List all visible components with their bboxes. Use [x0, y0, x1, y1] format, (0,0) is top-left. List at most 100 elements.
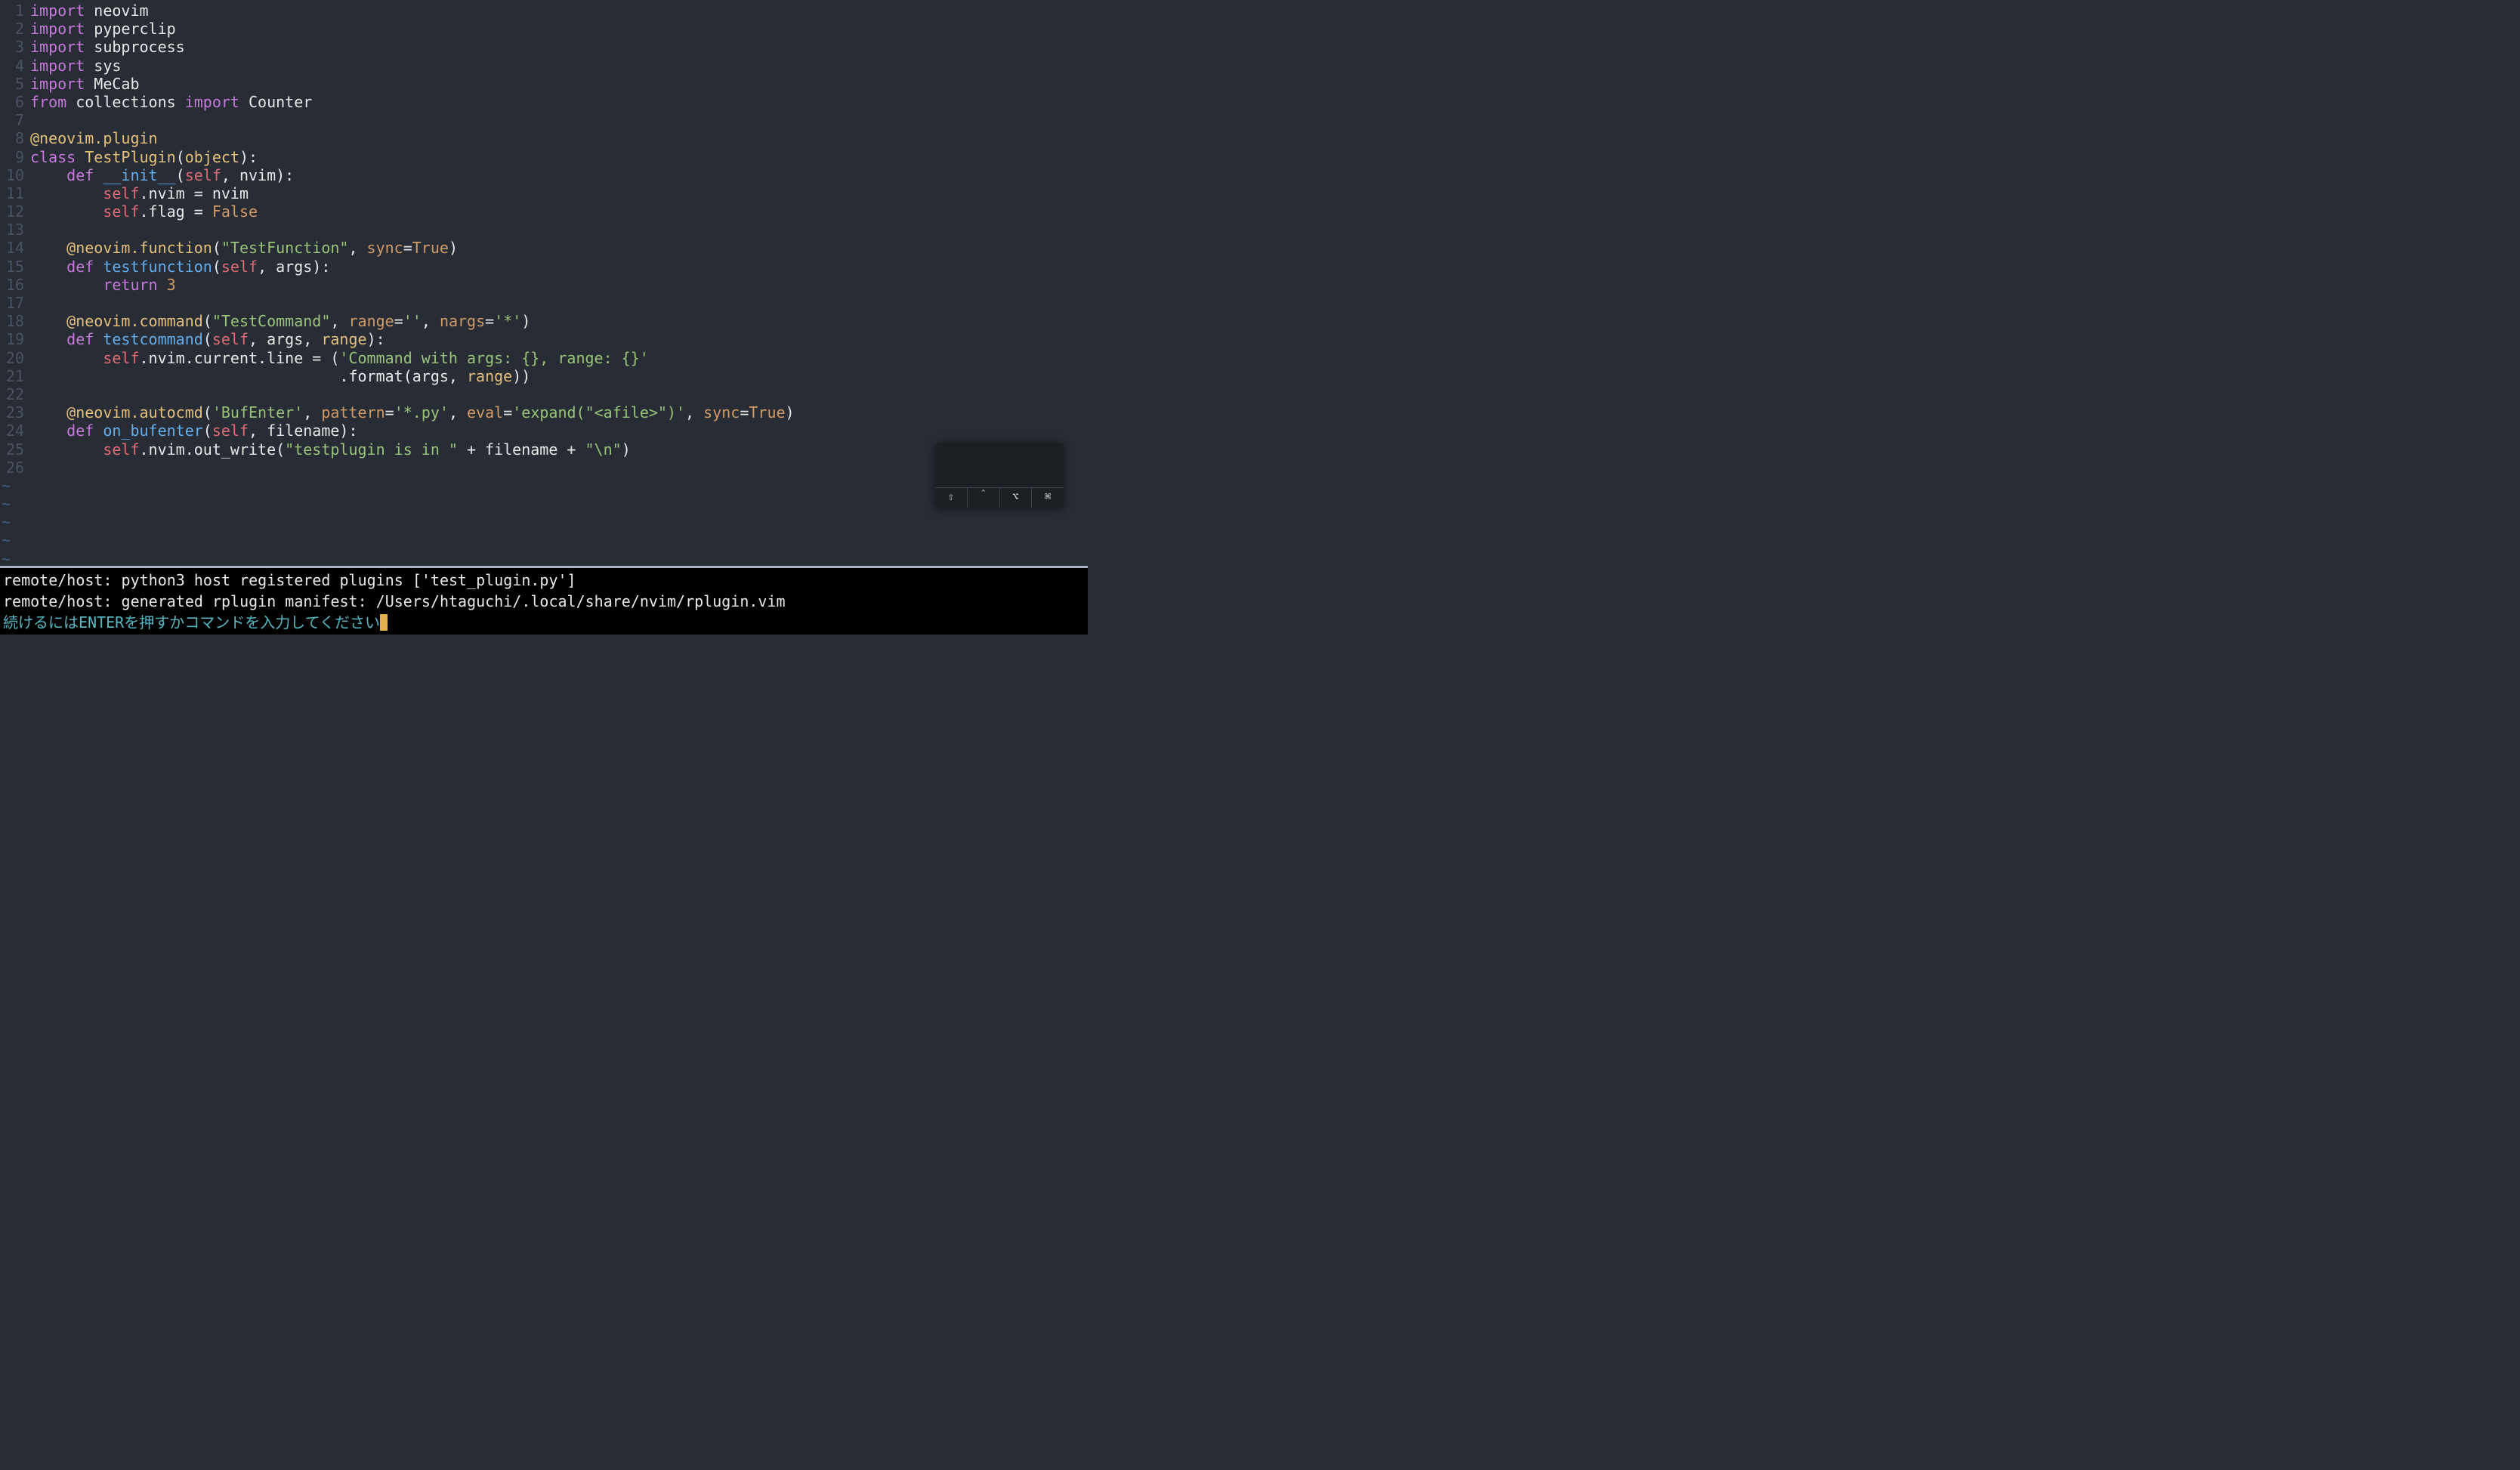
ime-keys-row: ⇧＾⌥⌘ [935, 487, 1064, 508]
empty-line: ~ [0, 493, 1088, 511]
line-number: 10 [0, 165, 27, 183]
line-number: 17 [0, 292, 27, 310]
line-number: 2 [0, 18, 27, 36]
code-text [27, 110, 30, 128]
code-line[interactable]: 17 [0, 292, 1088, 310]
code-line[interactable]: 6from collections import Counter [0, 91, 1088, 110]
code-line[interactable]: 24 def on_bufenter(self, filename): [0, 420, 1088, 438]
code-line[interactable]: 19 def testcommand(self, args, range): [0, 329, 1088, 347]
code-text: self.nvim.out_write("testplugin is in " … [27, 439, 631, 457]
code-line[interactable]: 4import sys [0, 55, 1088, 73]
code-line[interactable]: 9class TestPlugin(object): [0, 147, 1088, 165]
code-text: self.nvim = nvim [27, 183, 249, 201]
line-number: 12 [0, 201, 27, 219]
tilde-marker: ~ [0, 511, 27, 530]
code-line[interactable]: 8@neovim.plugin [0, 128, 1088, 146]
line-number: 21 [0, 366, 27, 384]
code-text: @neovim.function("TestFunction", sync=Tr… [27, 237, 458, 255]
code-text: @neovim.command("TestCommand", range='',… [27, 310, 530, 329]
code-text: import sys [27, 55, 121, 73]
code-line[interactable]: 15 def testfunction(self, args): [0, 256, 1088, 274]
code-line[interactable]: 3import subprocess [0, 36, 1088, 54]
code-line[interactable]: 16 return 3 [0, 274, 1088, 292]
code-text: class TestPlugin(object): [27, 147, 258, 165]
prompt-text: 続けるにはENTERを押すかコマンドを入力してください [3, 612, 380, 633]
line-number: 4 [0, 55, 27, 73]
code-line[interactable]: 10 def __init__(self, nvim): [0, 165, 1088, 183]
cursor [380, 614, 388, 631]
code-line[interactable]: 26 [0, 457, 1088, 475]
code-line[interactable]: 12 self.flag = False [0, 201, 1088, 219]
ime-modifier-key[interactable]: ⇧ [935, 488, 968, 508]
line-number: 5 [0, 73, 27, 91]
line-number: 22 [0, 384, 27, 402]
code-text: def on_bufenter(self, filename): [27, 420, 358, 438]
line-number: 24 [0, 420, 27, 438]
empty-line: ~ [0, 548, 1088, 566]
line-number: 15 [0, 256, 27, 274]
line-number: 1 [0, 0, 27, 18]
code-buffer[interactable]: 1import neovim2import pyperclip3import s… [0, 0, 1088, 566]
code-line[interactable]: 11 self.nvim = nvim [0, 183, 1088, 201]
code-text: import MeCab [27, 73, 140, 91]
message-line-1: remote/host: python3 host registered plu… [0, 570, 1088, 591]
tilde-marker: ~ [0, 475, 27, 493]
line-number: 9 [0, 147, 27, 165]
empty-line: ~ [0, 511, 1088, 530]
message-line-2: remote/host: generated rplugin manifest:… [0, 591, 1088, 612]
code-text: self.nvim.current.line = ('Command with … [27, 347, 649, 366]
ime-modifier-key[interactable]: ⌥ [1000, 488, 1033, 508]
line-number: 26 [0, 457, 27, 475]
ime-modifier-key[interactable]: ＾ [968, 488, 1000, 508]
code-line[interactable]: 13 [0, 219, 1088, 237]
code-text: from collections import Counter [27, 91, 312, 110]
tilde-marker: ~ [0, 493, 27, 511]
code-text: return 3 [27, 274, 176, 292]
ime-panel[interactable]: ⇧＾⌥⌘ [935, 443, 1064, 508]
code-text [27, 457, 30, 475]
line-number: 11 [0, 183, 27, 201]
line-number: 7 [0, 110, 27, 128]
code-line[interactable]: 2import pyperclip [0, 18, 1088, 36]
code-text: @neovim.autocmd('BufEnter', pattern='*.p… [27, 402, 795, 420]
line-number: 14 [0, 237, 27, 255]
code-text [27, 384, 30, 402]
line-number: 13 [0, 219, 27, 237]
code-line[interactable]: 23 @neovim.autocmd('BufEnter', pattern='… [0, 402, 1088, 420]
code-text: def testfunction(self, args): [27, 256, 330, 274]
empty-line: ~ [0, 475, 1088, 493]
message-area: remote/host: python3 host registered plu… [0, 568, 1088, 635]
line-number: 3 [0, 36, 27, 54]
line-number: 20 [0, 347, 27, 366]
tilde-marker: ~ [0, 530, 27, 548]
code-line[interactable]: 21 .format(args, range)) [0, 366, 1088, 384]
line-number: 8 [0, 128, 27, 146]
code-text: import pyperclip [27, 18, 176, 36]
code-text: def __init__(self, nvim): [27, 165, 294, 183]
code-line[interactable]: 7 [0, 110, 1088, 128]
press-enter-prompt[interactable]: 続けるにはENTERを押すかコマンドを入力してください [0, 612, 1088, 633]
line-number: 25 [0, 439, 27, 457]
line-number: 19 [0, 329, 27, 347]
ime-body [935, 443, 1064, 487]
code-line[interactable]: 18 @neovim.command("TestCommand", range=… [0, 310, 1088, 329]
code-line[interactable]: 25 self.nvim.out_write("testplugin is in… [0, 439, 1088, 457]
code-text [27, 219, 30, 237]
ime-modifier-key[interactable]: ⌘ [1032, 488, 1064, 508]
code-line[interactable]: 1import neovim [0, 0, 1088, 18]
code-text: @neovim.plugin [27, 128, 158, 146]
line-number: 23 [0, 402, 27, 420]
code-line[interactable]: 20 self.nvim.current.line = ('Command wi… [0, 347, 1088, 366]
code-text: import subprocess [27, 36, 185, 54]
line-number: 6 [0, 91, 27, 110]
line-number: 16 [0, 274, 27, 292]
code-text: import neovim [27, 0, 149, 18]
empty-line: ~ [0, 530, 1088, 548]
tilde-marker: ~ [0, 548, 27, 566]
code-text: .format(args, range)) [27, 366, 530, 384]
code-line[interactable]: 5import MeCab [0, 73, 1088, 91]
code-line[interactable]: 14 @neovim.function("TestFunction", sync… [0, 237, 1088, 255]
editor-root: 1import neovim2import pyperclip3import s… [0, 0, 1088, 635]
code-line[interactable]: 22 [0, 384, 1088, 402]
code-text: self.flag = False [27, 201, 258, 219]
